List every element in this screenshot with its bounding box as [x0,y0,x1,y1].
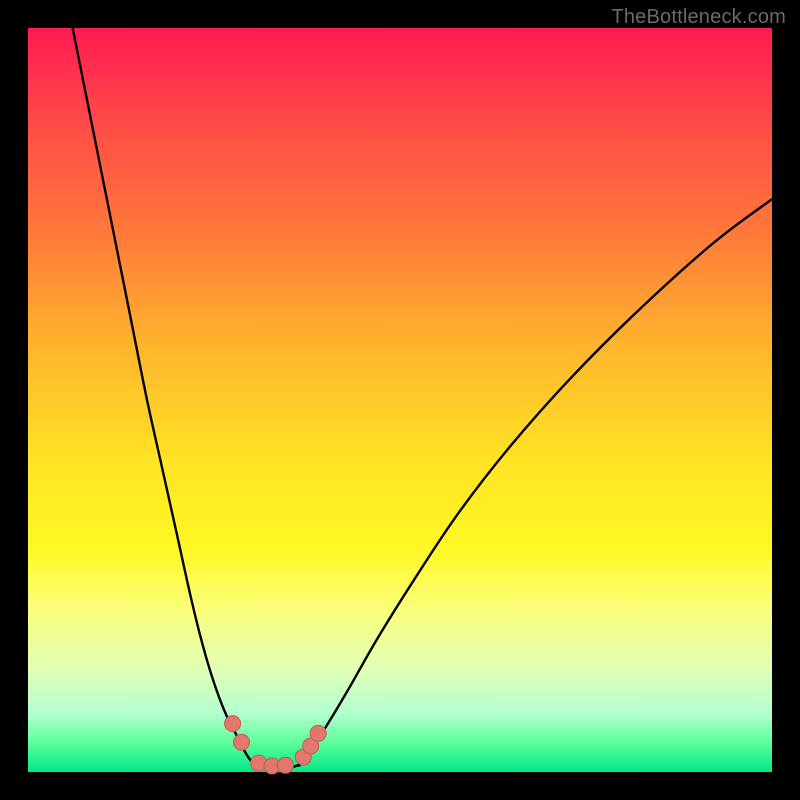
watermark-text: TheBottleneck.com [611,6,786,29]
plot-area [28,28,772,772]
marker-layer [225,716,327,774]
data-marker [234,734,250,750]
data-marker [310,725,326,741]
curve-layer [28,28,772,772]
data-marker [225,716,241,732]
data-marker [277,757,293,773]
bottleneck-curve [73,28,772,769]
chart-frame: TheBottleneck.com [0,0,800,800]
